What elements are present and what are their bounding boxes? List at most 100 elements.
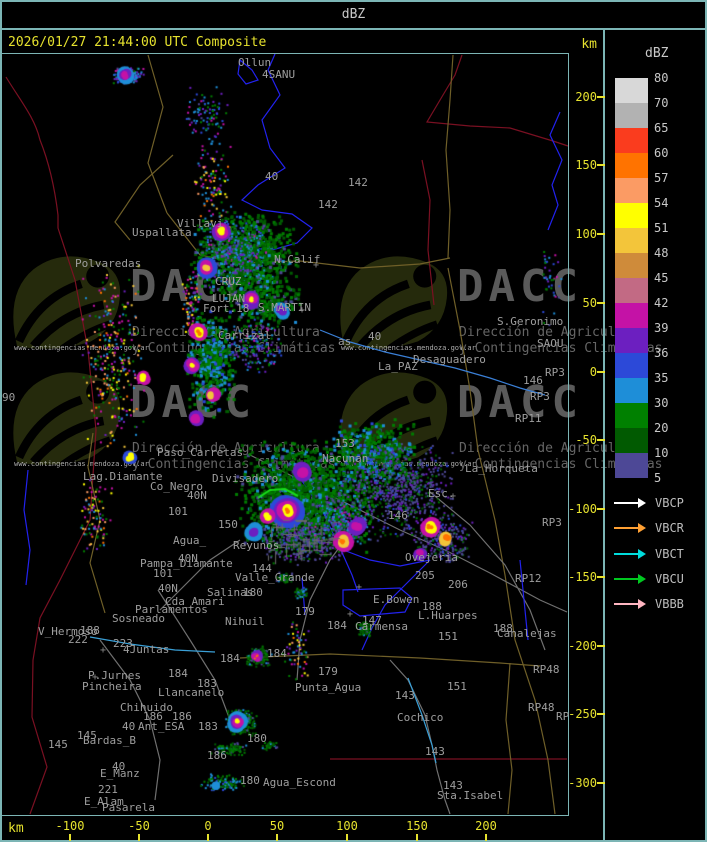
colorbar-label: 57 — [654, 171, 669, 185]
x-axis-tick — [416, 834, 418, 841]
y-axis-tick-label: 150 — [575, 158, 597, 172]
colorbar-label: 54 — [654, 196, 669, 210]
place-label: RP48 — [533, 663, 560, 676]
place-label: 101 — [153, 567, 173, 580]
place-label: 40 — [368, 330, 382, 343]
map-frame — [1, 53, 569, 816]
place-label: 146 — [523, 374, 543, 387]
place-label: 90 — [2, 391, 16, 404]
place-label: S.Geronimo — [497, 315, 564, 328]
place-label: 184 — [220, 652, 240, 665]
place-label: Desaguadero — [413, 353, 486, 366]
place-label: SAOU — [537, 337, 564, 350]
place-label: 142 — [318, 198, 338, 211]
x-axis-tick — [346, 834, 348, 841]
y-axis-tick — [597, 713, 605, 715]
place-label: 188 — [493, 622, 513, 635]
place-label: 221 — [98, 783, 118, 796]
colorbar-label: 45 — [654, 271, 669, 285]
y-axis-tick-label: 100 — [575, 227, 597, 241]
place-label: 183 — [198, 720, 218, 733]
place-label: 142 — [348, 176, 368, 189]
colorbar-swatch — [615, 303, 648, 328]
place-label: Uspallata — [132, 226, 192, 239]
place-label: 206 — [448, 578, 468, 591]
x-axis-tick — [207, 834, 209, 841]
y-axis-tick — [597, 782, 605, 784]
place-label: L.Huarpes — [418, 609, 478, 622]
colorbar-swatch — [615, 253, 648, 278]
place-label: 101 — [168, 505, 188, 518]
y-axis-tick-label: 200 — [575, 90, 597, 104]
place-label: La_Horqueta — [465, 462, 538, 475]
colorbar-label: 35 — [654, 371, 669, 385]
place-label: 40N — [158, 582, 178, 595]
place-label: 40N — [187, 489, 207, 502]
x-axis-tick-label: -100 — [55, 819, 85, 833]
place-label: 186 — [207, 749, 227, 762]
border-top — [0, 0, 707, 2]
station-marker: + — [450, 491, 457, 502]
x-axis-tick — [138, 834, 140, 841]
place-label: Nacunan — [322, 452, 369, 465]
place-label: 146 — [388, 509, 408, 522]
legend-label: VBCP — [655, 496, 684, 510]
legend-row: VBCR — [614, 521, 704, 535]
y-axis-tick — [597, 233, 605, 235]
place-label: Llancanelo — [158, 686, 225, 699]
legend-arrowhead-icon — [638, 498, 646, 508]
x-axis-unit-label: km — [8, 821, 24, 836]
place-label: Pincheira — [82, 680, 142, 693]
colorbar-swatch — [615, 153, 648, 178]
place-label: 180 — [247, 732, 267, 745]
legend-row: VBCP — [614, 496, 704, 510]
colorbar-label: 65 — [654, 121, 669, 135]
place-label: 151 — [438, 630, 458, 643]
colorbar-label: 70 — [654, 96, 669, 110]
place-label: RP3 — [530, 390, 550, 403]
place-label: 143 — [395, 689, 415, 702]
colorbar-swatch — [615, 278, 648, 303]
legend-arrowhead-icon — [638, 574, 646, 584]
colorbar-label: 10 — [654, 446, 669, 460]
place-label: RP11 — [515, 412, 542, 425]
place-label: Carrizal — [218, 329, 271, 342]
y-axis-tick — [597, 508, 605, 510]
x-axis-tick-label: 50 — [269, 819, 285, 833]
place-label: 145 — [48, 738, 68, 751]
legend-label: VBCR — [655, 521, 684, 535]
x-axis-tick-label: 0 — [204, 819, 212, 833]
place-label: RP3 — [542, 516, 562, 529]
place-label: 40 — [112, 760, 126, 773]
y-axis-tick — [597, 576, 605, 578]
colorbar-swatch — [615, 128, 648, 153]
place-label: Reyunos — [233, 539, 280, 552]
y-axis-tick — [597, 645, 605, 647]
place-label: Ovejeria — [405, 551, 458, 564]
place-label: E.Bowen — [373, 593, 420, 606]
place-label: Cochico — [397, 711, 444, 724]
place-label: Divisadero — [212, 472, 279, 485]
colorbar-swatch — [615, 103, 648, 128]
colorbar-swatch — [615, 428, 648, 453]
place-label: 4SANU — [262, 68, 296, 81]
place-label: 179 — [318, 665, 338, 678]
place-label: 40 — [265, 170, 279, 183]
legend-row: VBBB — [614, 598, 704, 611]
colorbar-label: 30 — [654, 396, 669, 410]
colorbar-label: 20 — [654, 421, 669, 435]
place-label: 143 — [425, 745, 445, 758]
x-axis-tick-label: 200 — [475, 819, 497, 833]
panel-separator — [603, 30, 605, 842]
place-label: Sta.Isabel — [437, 789, 504, 802]
place-label: Agua_Escond — [263, 776, 336, 789]
colorbar-label: 48 — [654, 246, 669, 260]
station-marker: + — [92, 672, 99, 683]
x-axis-tick — [276, 834, 278, 841]
legend-arrowhead-icon — [638, 523, 646, 533]
y-axis-tick-label: -300 — [568, 776, 597, 790]
x-axis-tick-label: 100 — [336, 819, 358, 833]
place-label: 222 — [68, 633, 88, 646]
colorbar-label: 39 — [654, 321, 669, 335]
place-label: Agua_ — [173, 534, 207, 547]
